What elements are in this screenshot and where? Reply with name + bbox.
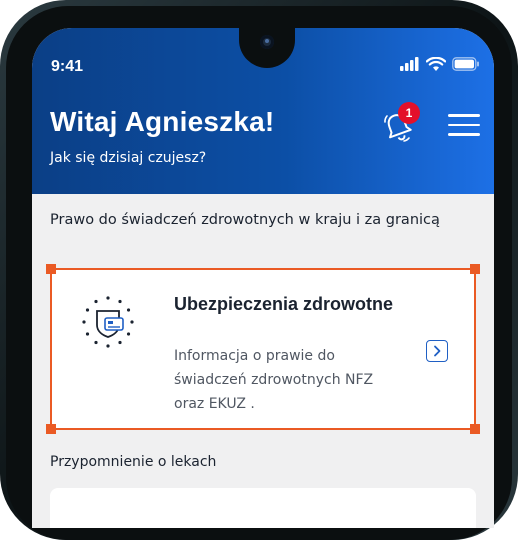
card-open-button[interactable] [426, 340, 448, 362]
notification-badge: 1 [398, 102, 420, 124]
selection-handle [46, 264, 56, 274]
status-icons [400, 56, 480, 72]
chevron-right-icon [434, 345, 441, 357]
card-title: Ubezpieczenia zdrowotne [174, 294, 394, 314]
greeting-subtitle: Jak się dzisiaj czujesz? [50, 150, 207, 166]
notifications-button[interactable]: 1 [380, 102, 420, 146]
status-time: 9:41 [51, 58, 84, 75]
card-description: Informacja o prawie do świadczeń zdrowot… [174, 348, 374, 412]
signal-icon [400, 57, 419, 71]
section-title-reminders: Przypomnienie o lekach [50, 454, 217, 470]
menu-button[interactable] [448, 112, 482, 138]
wifi-icon [426, 56, 446, 71]
section-title-benefits: Prawo do świadczeń zdrowotnych w kraju i… [50, 212, 440, 228]
app-screen: 9:41 Witaj Agnieszka! Jak się dzisiaj cz… [32, 28, 494, 528]
selection-handle [470, 264, 480, 274]
insurance-card-icon [82, 296, 134, 348]
greeting-title: Witaj Agnieszka! [50, 106, 275, 137]
health-insurance-card[interactable]: Ubezpieczenia zdrowotne Informacja o pra… [50, 268, 476, 430]
medication-reminder-card[interactable] [50, 488, 476, 528]
selection-handle [46, 424, 56, 434]
battery-icon [452, 57, 479, 71]
camera-icon [260, 35, 274, 49]
selection-handle [470, 424, 480, 434]
